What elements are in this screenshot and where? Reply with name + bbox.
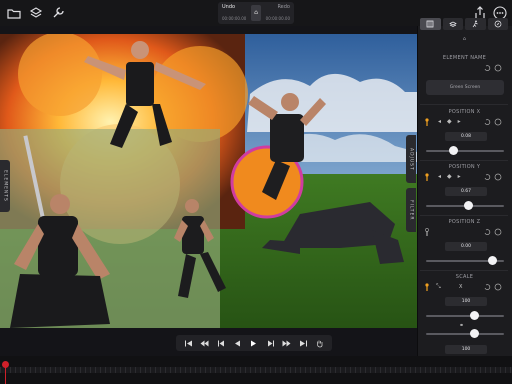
film-icon[interactable] bbox=[420, 18, 441, 30]
scale-reset-info-icons[interactable] bbox=[483, 283, 503, 291]
inspector-tabs bbox=[420, 18, 508, 30]
keyframe-icon[interactable] bbox=[424, 118, 430, 126]
elements-side-tab[interactable]: ELEMENTS bbox=[0, 160, 10, 212]
section-divider bbox=[420, 104, 508, 105]
position-x-title: POSITION X bbox=[448, 109, 481, 115]
position-y-reset-info-icons[interactable] bbox=[483, 173, 503, 181]
scale-x-value-field[interactable]: 100 bbox=[445, 297, 487, 306]
scale-y-value-field[interactable]: 100 bbox=[445, 345, 487, 354]
layers-icon[interactable] bbox=[442, 18, 463, 30]
slider-knob[interactable] bbox=[448, 146, 458, 155]
element-name-reset-info-icons[interactable] bbox=[483, 64, 503, 72]
elements-tab-label: ELEMENTS bbox=[2, 170, 8, 202]
undo-redo-control: Undo ⌂ Redo 00:00:00.00 00:00:00.00 bbox=[218, 2, 294, 24]
playhead-handle[interactable] bbox=[2, 361, 9, 368]
position-z-reset-info-icons[interactable] bbox=[483, 228, 503, 236]
step-back-icon[interactable] bbox=[215, 337, 227, 349]
composite-scene-image bbox=[0, 34, 417, 328]
position-z-slider[interactable] bbox=[426, 256, 504, 265]
rewind-icon[interactable] bbox=[199, 337, 211, 349]
video-canvas[interactable] bbox=[0, 34, 417, 328]
playhead-line bbox=[5, 366, 6, 384]
fast-forward-icon[interactable] bbox=[281, 337, 293, 349]
position-y-value-field[interactable]: 0.67 bbox=[445, 187, 487, 196]
position-y-title: POSITION Y bbox=[448, 164, 481, 170]
adjust-tab-label: ADJUST bbox=[408, 147, 414, 171]
keyframe-icon[interactable] bbox=[424, 228, 430, 236]
wrench-icon[interactable] bbox=[50, 5, 66, 21]
timeline[interactable] bbox=[0, 356, 512, 384]
transport-controls bbox=[176, 335, 332, 351]
run-icon[interactable] bbox=[465, 18, 486, 30]
section-divider bbox=[420, 215, 508, 216]
step-forward-icon[interactable] bbox=[264, 337, 276, 349]
scale-title: SCALE bbox=[455, 274, 474, 280]
section-divider bbox=[420, 270, 508, 271]
position-x-reset-info-icons[interactable] bbox=[483, 118, 503, 126]
undo-timestamp: 00:00:00.00 bbox=[222, 16, 247, 21]
scale-y-slider[interactable] bbox=[426, 329, 504, 338]
play-icon[interactable] bbox=[248, 337, 260, 349]
keyframe-nav-icons[interactable]: ◂◆▸ bbox=[438, 173, 467, 180]
position-x-value-field[interactable]: 0.08 bbox=[445, 132, 487, 141]
section-divider bbox=[420, 160, 508, 161]
filter-side-tab[interactable]: FILTER bbox=[406, 188, 416, 232]
hand-icon[interactable] bbox=[314, 337, 326, 349]
history-marker-icon[interactable]: ⌂ bbox=[251, 5, 261, 21]
skip-to-start-icon[interactable] bbox=[182, 337, 194, 349]
panel-header-icon: ⌂ bbox=[462, 36, 467, 42]
element-name-title: ELEMENT NAME bbox=[442, 55, 487, 61]
element-name-field[interactable]: Green Screen bbox=[426, 80, 504, 95]
skip-to-end-icon[interactable] bbox=[297, 337, 309, 349]
timeline-track[interactable] bbox=[0, 367, 512, 373]
redo-button[interactable]: Redo bbox=[277, 4, 290, 10]
scale-corner-icon[interactable]: ⤡ bbox=[436, 283, 441, 291]
position-z-value-field[interactable]: 0.00 bbox=[445, 242, 487, 251]
redo-timestamp: 00:00:00.00 bbox=[265, 16, 290, 21]
slider-knob[interactable] bbox=[487, 256, 497, 265]
adjust-side-tab[interactable]: ADJUST bbox=[406, 135, 416, 183]
position-y-slider[interactable] bbox=[426, 201, 504, 210]
folder-icon[interactable] bbox=[6, 5, 22, 21]
undo-button[interactable]: Undo bbox=[222, 4, 235, 10]
position-z-title: POSITION Z bbox=[448, 219, 481, 225]
keyframe-icon[interactable] bbox=[424, 173, 430, 181]
slider-knob[interactable] bbox=[469, 311, 479, 320]
link-icon[interactable]: ⚭ bbox=[459, 322, 464, 329]
keyframe-icon[interactable] bbox=[424, 283, 430, 291]
keyframe-nav-icons[interactable]: ◂◆▸ bbox=[438, 118, 467, 125]
slider-knob[interactable] bbox=[469, 329, 479, 338]
scale-axis-label: X bbox=[459, 284, 463, 290]
play-back-icon[interactable] bbox=[232, 337, 244, 349]
position-x-slider[interactable] bbox=[426, 146, 504, 155]
filter-tab-label: FILTER bbox=[408, 199, 414, 221]
scale-x-slider[interactable] bbox=[426, 311, 504, 320]
layers-edit-icon[interactable] bbox=[28, 5, 44, 21]
compass-icon[interactable] bbox=[487, 18, 508, 30]
